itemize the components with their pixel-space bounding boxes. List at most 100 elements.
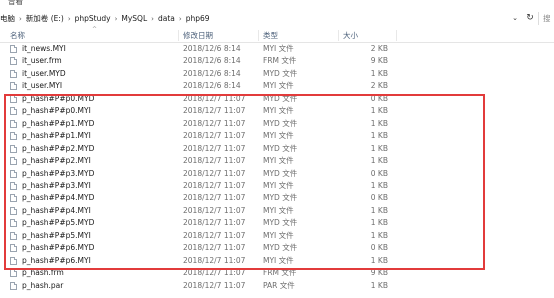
file-type: MYI 文件 xyxy=(263,205,294,215)
file-icon xyxy=(10,69,17,78)
file-type: MYI 文件 xyxy=(263,44,294,53)
file-row[interactable]: p_hash#P#p5.MYD 2018/12/7 11:07 MYD 文件 1 KB xyxy=(0,217,554,229)
search-input[interactable]: 搜 xyxy=(538,12,554,25)
file-row[interactable]: p_hash#P#p4.MYI 2018/12/7 11:07 MYI 文件 1 KB xyxy=(0,205,554,217)
file-date: 2018/12/6 8:14 xyxy=(183,44,241,53)
file-date: 2018/12/7 11:07 xyxy=(183,280,246,290)
file-type: MYD 文件 xyxy=(263,118,298,128)
file-name: p_hash#P#p4.MYD xyxy=(22,193,95,203)
breadcrumb-item-data[interactable]: data xyxy=(158,14,175,23)
file-name: p_hash#P#p3.MYD xyxy=(22,168,95,178)
file-icon xyxy=(10,94,17,103)
file-size: 1 KB xyxy=(370,255,388,265)
file-size: 0 KB xyxy=(370,93,388,103)
file-row[interactable]: p_hash#P#p4.MYD 2018/12/7 11:07 MYD 文件 0 KB xyxy=(0,192,554,204)
address-bar[interactable]: 电脑 › 新加卷 (E:) › phpStudy › MySQL › data › php69 ⌄ … xyxy=(0,10,554,27)
file-icon xyxy=(10,206,17,215)
file-row[interactable]: p_hash#P#p2.MYD 2018/12/7 11:07 MYD 文件 1 KB xyxy=(0,143,554,155)
file-row[interactable]: p_hash#P#p3.MYI 2018/12/7 11:07 MYI 文件 1 KB xyxy=(0,180,554,192)
file-icon xyxy=(10,119,17,128)
file-name: p_hash#P#p0.MYD xyxy=(22,93,95,103)
file-date: 2018/12/7 11:07 xyxy=(183,218,246,228)
file-size: 0 KB xyxy=(370,168,388,178)
file-type: MYI 文件 xyxy=(263,230,294,240)
file-row[interactable]: p_hash#P#p1.MYI 2018/12/7 11:07 MYI 文件 1 KB xyxy=(0,130,554,142)
column-divider[interactable] xyxy=(338,30,339,41)
chevron-right-icon[interactable]: › xyxy=(179,15,182,23)
column-divider[interactable] xyxy=(396,30,397,41)
file-row[interactable]: it_user.MYI 2018/12/6 8:14 MYI 文件 2 KB xyxy=(0,80,554,92)
file-size: 1 KB xyxy=(370,118,388,128)
column-header-type[interactable]: 类型 xyxy=(263,29,278,42)
file-row[interactable]: p_hash#P#p1.MYD 2018/12/7 11:07 MYD 文件 1 KB xyxy=(0,118,554,130)
chevron-right-icon[interactable]: › xyxy=(19,15,22,23)
file-row[interactable]: p_hash.par 2018/12/7 11:07 PAR 文件 1 KB xyxy=(0,280,554,292)
column-header-name[interactable]: 名称 xyxy=(10,29,25,42)
file-type: MYI 文件 xyxy=(263,180,294,190)
refresh-icon[interactable]: ↻ xyxy=(524,10,536,27)
file-row[interactable]: p_hash#P#p0.MYD 2018/12/7 11:07 MYD 文件 0 KB xyxy=(0,93,554,105)
file-icon xyxy=(10,157,17,166)
file-date: 2018/12/7 11:07 xyxy=(183,255,246,265)
column-header-date[interactable]: 修改日期 xyxy=(183,29,213,42)
file-row[interactable]: p_hash#P#p2.MYI 2018/12/7 11:07 MYI 文件 1 KB xyxy=(0,155,554,167)
file-size: 1 KB xyxy=(370,68,388,78)
breadcrumb-item-pc[interactable]: 电脑 xyxy=(0,14,15,23)
file-name: it_user.MYI xyxy=(22,81,63,91)
file-row[interactable]: it_news.MYI 2018/12/6 8:14 MYI 文件 2 KB xyxy=(0,43,554,55)
file-icon xyxy=(10,269,17,278)
file-size: 9 KB xyxy=(370,268,388,278)
file-row[interactable]: p_hash#P#p6.MYI 2018/12/7 11:07 MYI 文件 1 KB xyxy=(0,255,554,267)
breadcrumb-item-php69[interactable]: php69 xyxy=(186,14,210,23)
breadcrumb-item-mysql[interactable]: MySQL xyxy=(121,14,147,23)
chevron-right-icon[interactable]: › xyxy=(68,15,71,23)
file-icon xyxy=(10,194,17,203)
file-row[interactable]: p_hash.frm 2018/12/7 11:07 FRM 文件 9 KB xyxy=(0,267,554,279)
breadcrumb-item-phpstudy[interactable]: phpStudy xyxy=(75,14,111,23)
file-size: 1 KB xyxy=(370,106,388,116)
ribbon-label: 音看 xyxy=(8,0,23,6)
file-date: 2018/12/6 8:14 xyxy=(183,56,241,66)
file-date: 2018/12/6 8:14 xyxy=(183,68,241,78)
file-date: 2018/12/7 11:07 xyxy=(183,243,246,253)
file-size: 2 KB xyxy=(370,44,388,53)
file-type: MYD 文件 xyxy=(263,168,298,178)
file-name: p_hash#P#p1.MYI xyxy=(22,131,91,141)
file-date: 2018/12/7 11:07 xyxy=(183,168,246,178)
column-divider[interactable] xyxy=(178,30,179,41)
file-date: 2018/12/7 11:07 xyxy=(183,156,246,166)
file-date: 2018/12/7 11:07 xyxy=(183,118,246,128)
file-row[interactable]: p_hash#P#p6.MYD 2018/12/7 11:07 MYD 文件 0 KB xyxy=(0,242,554,254)
file-size: 0 KB xyxy=(370,193,388,203)
file-name: p_hash#P#p4.MYI xyxy=(22,205,91,215)
file-type: MYD 文件 xyxy=(263,193,298,203)
file-size: 1 KB xyxy=(370,180,388,190)
file-name: p_hash#P#p6.MYD xyxy=(22,243,95,253)
chevron-right-icon[interactable]: › xyxy=(115,15,118,23)
file-icon xyxy=(10,132,17,141)
file-date: 2018/12/7 11:07 xyxy=(183,106,246,116)
file-type: MYI 文件 xyxy=(263,131,294,141)
file-size: 1 KB xyxy=(370,205,388,215)
file-type: MYD 文件 xyxy=(263,218,298,228)
file-row[interactable]: p_hash#P#p0.MYI 2018/12/7 11:07 MYI 文件 1 KB xyxy=(0,105,554,117)
top-strip: 音看 xyxy=(0,0,554,8)
breadcrumb-item-drive[interactable]: 新加卷 (E:) xyxy=(26,14,64,23)
file-size: 1 KB xyxy=(370,218,388,228)
file-type: MYI 文件 xyxy=(263,106,294,116)
file-row[interactable]: it_user.MYD 2018/12/6 8:14 MYD 文件 1 KB xyxy=(0,68,554,80)
file-row[interactable]: it_user.frm 2018/12/6 8:14 FRM 文件 9 KB xyxy=(0,55,554,67)
file-row[interactable]: p_hash#P#p3.MYD 2018/12/7 11:07 MYD 文件 0 KB xyxy=(0,168,554,180)
file-name: p_hash.frm xyxy=(22,268,64,278)
column-divider[interactable] xyxy=(258,30,259,41)
chevron-down-icon[interactable]: ⌄ xyxy=(510,10,520,27)
file-name: p_hash#P#p5.MYI xyxy=(22,230,91,240)
file-size: 1 KB xyxy=(370,280,388,290)
file-size: 1 KB xyxy=(370,143,388,153)
file-name: it_news.MYI xyxy=(22,44,66,53)
file-row[interactable]: p_hash#P#p5.MYI 2018/12/7 11:07 MYI 文件 1 KB xyxy=(0,230,554,242)
chevron-right-icon[interactable]: › xyxy=(151,15,154,23)
file-size: 1 KB xyxy=(370,156,388,166)
file-type: FRM 文件 xyxy=(263,268,297,278)
column-header-size[interactable]: 大小 xyxy=(343,29,358,42)
